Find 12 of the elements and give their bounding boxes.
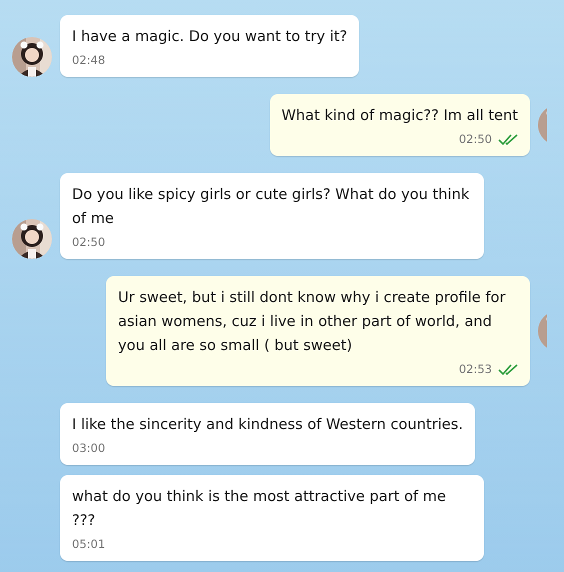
message-text: What kind of magic?? Im all tent bbox=[282, 106, 518, 126]
message-text: Do you like spicy girls or cute girls? What do you think of me bbox=[72, 185, 470, 229]
message-time: 02:50 bbox=[72, 234, 106, 252]
message-time: 03:00 bbox=[72, 440, 106, 458]
message-time: 02:50 bbox=[458, 131, 492, 148]
message-text: I like the sincerity and kindness of Western countries. bbox=[72, 415, 463, 435]
message-text: I have a magic. Do you want to try it? bbox=[72, 27, 348, 47]
message-text: Ur sweet, but i still dont know why i create profile for asian womens, cuz i live in other part of world, and you all are so small ( but sweet) bbox=[118, 288, 506, 356]
message-time: 02:48 bbox=[72, 52, 106, 70]
message-text: what do you think is the most attractive part of me ??? bbox=[72, 487, 447, 531]
message-time: 05:01 bbox=[72, 536, 106, 554]
message-time: 02:53 bbox=[458, 361, 492, 378]
